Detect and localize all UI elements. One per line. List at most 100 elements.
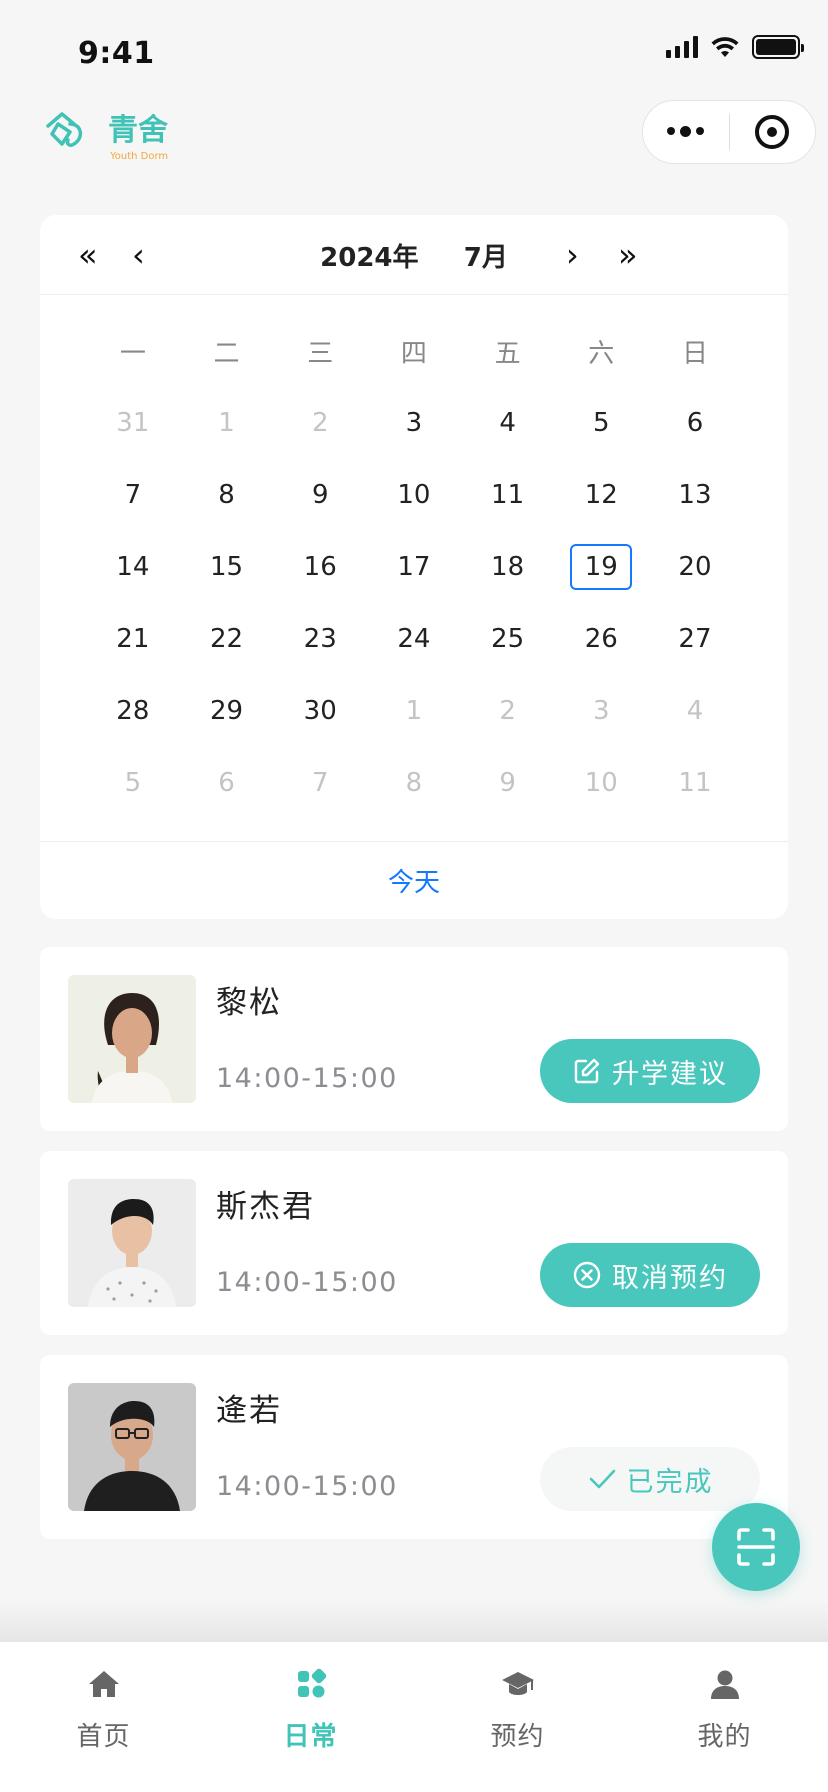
advice-button-label: 升学建议 xyxy=(612,1058,728,1090)
calendar-day[interactable]: 9 xyxy=(273,459,367,531)
next-month-button[interactable]: › xyxy=(566,237,579,273)
user-icon xyxy=(710,1670,739,1699)
appointment-time: 14:00-15:00 xyxy=(216,1267,398,1298)
calendar-day[interactable]: 27 xyxy=(648,603,742,675)
advice-button[interactable]: 升学建议 xyxy=(540,1039,760,1103)
tab-label: 首页 xyxy=(76,1722,131,1752)
week-row: 31 1 2 3 4 5 6 xyxy=(86,387,742,459)
tab-home[interactable]: 首页 xyxy=(0,1642,207,1792)
appointment-card: 逄若 14:00-15:00 已完成 xyxy=(40,1355,788,1539)
completed-status-label: 已完成 xyxy=(626,1466,714,1498)
calendar-day[interactable]: 22 xyxy=(180,603,274,675)
more-button[interactable] xyxy=(643,101,729,163)
calendar-day[interactable]: 3 xyxy=(367,387,461,459)
calendar-day[interactable]: 13 xyxy=(648,459,742,531)
calendar-day-other-month[interactable]: 6 xyxy=(180,747,274,819)
more-dots-icon xyxy=(667,126,705,137)
weekday-label: 三 xyxy=(307,338,334,369)
status-time: 9:41 xyxy=(78,36,155,71)
tab-bar: 首页 日常 预约 我的 xyxy=(0,1642,828,1792)
week-row: 5 6 7 8 9 10 11 xyxy=(86,747,742,819)
calendar-day[interactable]: 18 xyxy=(461,531,555,603)
calendar-grid: 一 二 三 四 五 六 日 31 1 2 3 4 5 6 7 8 9 10 11… xyxy=(86,315,742,819)
avatar xyxy=(68,975,196,1103)
calendar-day[interactable]: 12 xyxy=(554,459,648,531)
calendar-day-other-month[interactable]: 10 xyxy=(554,747,648,819)
calendar-day-other-month[interactable]: 2 xyxy=(273,387,367,459)
advisor-name: 斯杰君 xyxy=(216,1189,315,1225)
calendar-day[interactable]: 17 xyxy=(367,531,461,603)
calendar-day[interactable]: 16 xyxy=(273,531,367,603)
today-button[interactable]: 今天 xyxy=(40,841,788,919)
week-row: 7 8 9 10 11 12 13 xyxy=(86,459,742,531)
logo-subtext: Youth Dorm xyxy=(109,151,168,162)
completed-status-button[interactable]: 已完成 xyxy=(540,1447,760,1511)
scan-icon xyxy=(737,1528,775,1566)
scan-button[interactable] xyxy=(712,1503,800,1591)
calendar-day-selected[interactable]: 19 xyxy=(554,531,648,603)
tab-daily[interactable]: 日常 xyxy=(207,1642,414,1792)
calendar-day-other-month[interactable]: 11 xyxy=(648,747,742,819)
tab-profile[interactable]: 我的 xyxy=(621,1642,828,1792)
weekday-label: 五 xyxy=(494,338,521,369)
check-icon xyxy=(589,1469,615,1489)
calendar-day[interactable]: 30 xyxy=(273,675,367,747)
calendar-day[interactable]: 6 xyxy=(648,387,742,459)
calendar-day-other-month[interactable]: 1 xyxy=(367,675,461,747)
calendar-day[interactable]: 21 xyxy=(86,603,180,675)
youth-dorm-logo: 青舍 Youth Dorm xyxy=(46,112,168,162)
logo-text: 青舍 xyxy=(108,113,168,148)
calendar-day[interactable]: 28 xyxy=(86,675,180,747)
calendar-day[interactable]: 5 xyxy=(554,387,648,459)
calendar-day[interactable]: 29 xyxy=(180,675,274,747)
avatar xyxy=(68,1179,196,1307)
appointment-card: 黎松 14:00-15:00 升学建议 xyxy=(40,947,788,1131)
calendar-title: 2024年 7月 xyxy=(320,243,508,273)
calendar-day[interactable]: 10 xyxy=(367,459,461,531)
calendar-day-other-month[interactable]: 31 xyxy=(86,387,180,459)
weekday-label: 四 xyxy=(400,338,427,369)
calendar-day[interactable]: 26 xyxy=(554,603,648,675)
calendar-day[interactable]: 20 xyxy=(648,531,742,603)
calendar-day-other-month[interactable]: 8 xyxy=(367,747,461,819)
tab-booking[interactable]: 预约 xyxy=(414,1642,621,1792)
calendar-day-other-month[interactable]: 9 xyxy=(461,747,555,819)
advisor-name: 逄若 xyxy=(216,1393,282,1429)
app-screen: 9:41 青舍 Youth Dorm « ‹ 2024年 7月 › » 一 二 … xyxy=(0,0,828,1792)
calendar-day-other-month[interactable]: 4 xyxy=(648,675,742,747)
home-icon xyxy=(88,1671,119,1697)
calendar-day-other-month[interactable]: 7 xyxy=(273,747,367,819)
calendar-day[interactable]: 7 xyxy=(86,459,180,531)
calendar-header: « ‹ 2024年 7月 › » xyxy=(40,215,788,295)
weekday-label: 一 xyxy=(119,338,146,369)
appointment-card: 斯杰君 14:00-15:00 取消预约 xyxy=(40,1151,788,1335)
tab-label: 预约 xyxy=(490,1722,545,1752)
tabbar-shadow xyxy=(0,1600,828,1642)
cancel-appointment-button[interactable]: 取消预约 xyxy=(540,1243,760,1307)
calendar-day[interactable]: 11 xyxy=(461,459,555,531)
calendar-day-other-month[interactable]: 2 xyxy=(461,675,555,747)
appointment-time: 14:00-15:00 xyxy=(216,1063,398,1094)
calendar-day[interactable]: 15 xyxy=(180,531,274,603)
tab-label: 我的 xyxy=(697,1722,752,1752)
calendar-day[interactable]: 25 xyxy=(461,603,555,675)
calendar-day[interactable]: 24 xyxy=(367,603,461,675)
calendar-day-other-month[interactable]: 3 xyxy=(554,675,648,747)
appointment-time: 14:00-15:00 xyxy=(216,1471,398,1502)
calendar-day-other-month[interactable]: 5 xyxy=(86,747,180,819)
calendar-day[interactable]: 14 xyxy=(86,531,180,603)
cellular-signal-icon xyxy=(666,36,698,58)
calendar-day[interactable]: 4 xyxy=(461,387,555,459)
weekday-label: 日 xyxy=(681,338,708,369)
weekday-label: 六 xyxy=(588,338,615,369)
apps-icon xyxy=(297,1668,326,1698)
calendar-day[interactable]: 8 xyxy=(180,459,274,531)
wifi-icon xyxy=(711,37,739,57)
battery-icon xyxy=(752,35,804,59)
next-year-button[interactable]: » xyxy=(618,237,638,273)
close-miniprogram-button[interactable] xyxy=(730,101,816,163)
avatar xyxy=(68,1383,196,1511)
weekday-row: 一 二 三 四 五 六 日 xyxy=(86,315,742,387)
calendar-day[interactable]: 23 xyxy=(273,603,367,675)
calendar-day-other-month[interactable]: 1 xyxy=(180,387,274,459)
